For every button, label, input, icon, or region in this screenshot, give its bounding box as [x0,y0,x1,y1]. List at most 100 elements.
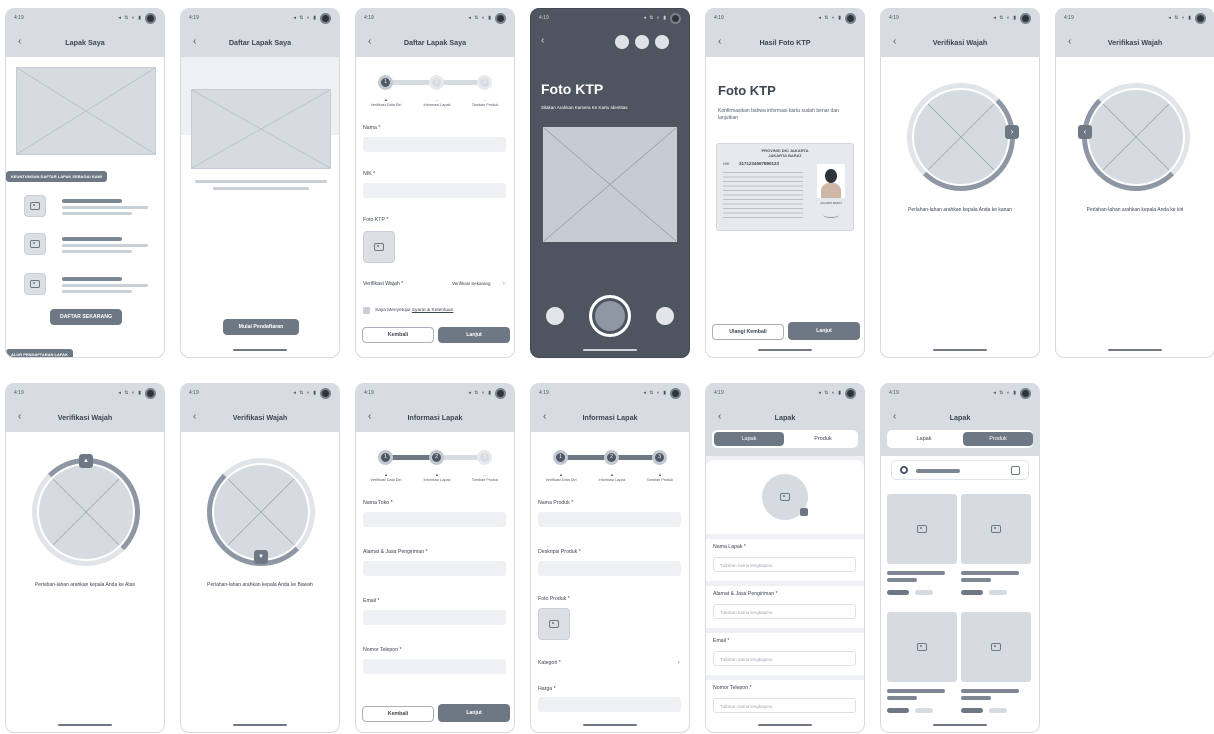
tab-lapak[interactable]: Lapak [714,432,784,446]
lanjut-button[interactable]: Lanjut [438,327,510,343]
status-icons: ◂ ⇅ ◐ ▮ [118,15,142,21]
flip-camera-button[interactable] [656,307,674,325]
gallery-button[interactable] [546,307,564,325]
step-1-label: Verifikasi Data Diri [545,478,577,482]
harga-input[interactable] [538,697,681,712]
benefit-line [62,290,132,293]
arrow-down-icon: ▼ [254,550,268,564]
arrow-left-icon: ‹ [1078,125,1092,139]
search-bar[interactable] [891,460,1029,480]
settings-icon[interactable] [655,35,669,49]
product-card[interactable] [961,612,1031,682]
back-icon[interactable]: ‹ [541,35,544,46]
tab-produk[interactable]: Produk [963,432,1033,446]
product-card[interactable] [961,494,1031,564]
image-icon [991,525,1001,533]
product-title [961,571,1019,575]
screen-verifikasi-wajah-kiri: ‹ Verifikasi Wajah 4:19 ◂ ⇅ ◐ ▮ ‹ Perlahan… [1055,8,1214,358]
alamat-input[interactable]: Tuliskan nama lengkapmu [713,604,856,619]
camera-icon [1020,13,1031,24]
product-price [961,578,991,582]
deskripsi-input[interactable] [538,561,681,576]
screen-verifikasi-wajah-atas: ‹ Verifikasi Wajah 4:19 ◂ ⇅ ◐ ▮ ▲ Perlahan… [5,383,165,733]
step-3-label: Tambah Produk [471,478,499,482]
instruction-caption: Perlahan-lahan arahkan kepala Anda ke At… [34,582,136,588]
ulangi-kembali-button[interactable]: Ulangi Kembali [712,324,784,340]
terms-link[interactable]: Syarat & Ketentuan [412,308,454,313]
status-icons: ◂ ⇅ ◐ ▮ [818,15,842,21]
mulai-pendaftaran-button[interactable]: Mulai Pendaftaran [223,319,299,335]
agree-checkbox[interactable] [363,307,370,314]
kembali-button[interactable]: Kembali [362,327,434,343]
foto-produk-upload[interactable] [538,608,570,640]
tab-produk[interactable]: Produk [788,432,858,446]
timer-icon[interactable] [635,35,649,49]
foto-produk-label: Foto Produk * [538,596,570,602]
screen-foto-ktp-camera: 4:19 ◂ ⇅ ◐ ▮ ‹ Foto KTP Silakan Arahkan K… [530,8,690,358]
kembali-button[interactable]: Kembali [362,706,434,722]
status-icons: ◂ ⇅ ◐ ▮ [818,390,842,396]
alamat-label: Alamat & Jasa Pengiriman * [363,549,428,555]
email-input[interactable] [363,610,506,625]
email-label: Email * [363,598,380,604]
product-meta [915,590,933,595]
telepon-input[interactable]: Tuliskan nama lengkapmu [713,698,856,713]
benefit-title [62,199,122,203]
shutter-button[interactable] [589,295,631,337]
agree-prefix: Saya Menyetujui [375,308,412,313]
daftar-sekarang-button[interactable]: DAFTAR SEKARANG [50,309,122,325]
status-time: 4:19 [889,390,899,396]
screen-produk-tab: ‹ Lapak 4:19 ◂ ⇅ ◐ ▮ Lapak Produk [880,383,1040,733]
product-title [887,689,945,693]
product-badge [887,708,909,713]
home-indicator [933,349,987,351]
edit-icon[interactable] [1011,466,1020,475]
screen-daftar-lapak: ‹ Daftar Lapak Saya 4:19 ◂ ⇅ ◐ ▮ Mulai Pen… [180,8,340,358]
step-1-dot: 1 [378,450,393,465]
nama-lapak-input[interactable]: Tuliskan nama lengkapmu [713,557,856,572]
product-meta [989,590,1007,595]
benefit-image-icon [24,233,46,255]
benefit-title [62,277,122,281]
nama-input[interactable] [363,137,506,152]
nama-produk-input[interactable] [538,512,681,527]
instruction-caption: Perlahan-lahan arahkan kepala Anda ke ki… [1086,207,1184,213]
kategori-label[interactable]: Kategori * [538,660,561,666]
page-title: Hasil Foto KTP [759,38,811,47]
alamat-input[interactable] [363,561,506,576]
harga-label: Harga * [538,686,556,692]
status-time: 4:19 [889,15,899,21]
text-line [213,187,309,190]
alamat-label: Alamat & Jasa Pengiriman * [713,591,778,597]
camera-icon [495,388,506,399]
flash-icon[interactable] [615,35,629,49]
home-indicator [758,349,812,351]
product-card[interactable] [887,494,957,564]
image-icon [780,493,790,501]
step-3-dot: 3 [477,75,492,90]
nama-toko-input[interactable] [363,512,506,527]
screen-verifikasi-wajah-kanan: ‹ Verifikasi Wajah 4:19 ◂ ⇅ ◐ ▮ › Perlahan… [880,8,1040,358]
lanjut-button[interactable]: Lanjut [438,704,510,722]
foto-ktp-upload[interactable] [363,231,395,263]
camera-icon [320,13,331,24]
product-card[interactable] [887,612,957,682]
status-icons: ◂ ⇅ ◐ ▮ [293,15,317,21]
status-icons: ◂ ⇅ ◐ ▮ [993,390,1017,396]
verifikasi-sekarang-link[interactable]: Verifikasi Sekarang [452,281,491,286]
telepon-input[interactable] [363,659,506,674]
status-icons: ◂ ⇅ ◐ ▮ [1168,15,1192,21]
page-title: Lapak [774,413,796,422]
edit-avatar-icon[interactable] [800,508,808,516]
email-input[interactable]: Tuliskan nama lengkapmu [713,651,856,666]
field-alamat-block: Alamat & Jasa Pengiriman * Tuliskan nama… [706,586,864,628]
tab-lapak[interactable]: Lapak [889,432,959,446]
verifikasi-wajah-label: Verifikasi Wajah * [363,281,404,287]
status-time: 4:19 [364,15,374,21]
home-indicator [583,724,637,726]
nik-input[interactable] [363,183,506,198]
lanjut-button[interactable]: Lanjut [788,322,860,340]
step-2-dot: 2 [429,450,444,465]
foto-ktp-label: Foto KTP * [363,217,389,223]
stepper: 1 2 3 ▲ – – Verifikasi Data Diri Informa… [362,73,508,113]
